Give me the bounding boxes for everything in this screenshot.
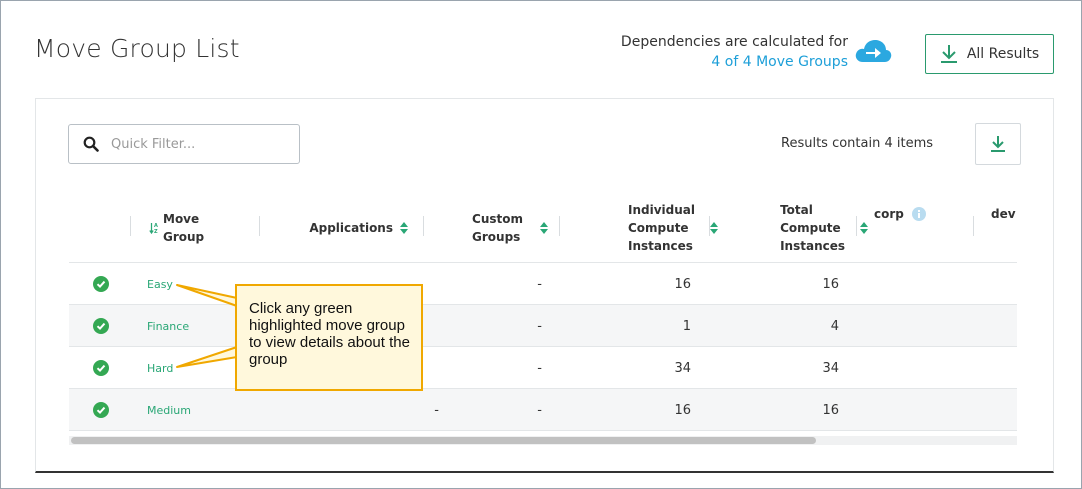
- sort-icon: [860, 222, 868, 234]
- quick-filter-input[interactable]: [111, 136, 281, 152]
- column-header-move-group-line2: Group: [163, 230, 205, 244]
- custom-groups-cell: -: [537, 276, 542, 292]
- move-group-cell[interactable]: Finance: [147, 305, 247, 347]
- custom-groups-cell: -: [537, 402, 542, 418]
- column-header-dev-label: dev: [991, 207, 1016, 221]
- column-header-tci-line3: Instances: [780, 239, 845, 253]
- move-group-cell[interactable]: Easy: [147, 263, 247, 305]
- column-header-ici-line1: Individual: [628, 203, 695, 217]
- table-row: Medium - - 16 16: [69, 389, 1017, 431]
- table-row: Easy - 16 16: [69, 263, 1017, 305]
- column-header-tci-line1: Total: [780, 203, 813, 217]
- individual-instances-cell: 34: [674, 360, 691, 376]
- status-cell: [91, 263, 111, 305]
- check-circle-icon: [93, 276, 109, 292]
- all-results-label: All Results: [966, 46, 1040, 62]
- total-instances-cell: 34: [822, 360, 839, 376]
- column-header-custom-line1: Custom: [472, 212, 523, 226]
- move-group-cell[interactable]: Medium: [147, 389, 247, 431]
- move-group-link[interactable]: Medium: [147, 404, 191, 417]
- results-count: Results contain 4 items: [781, 136, 934, 151]
- download-button[interactable]: [975, 123, 1021, 165]
- column-header-corp-label: corp: [874, 207, 904, 221]
- table-row: Finance - 1 4: [69, 305, 1017, 347]
- column-divider: [423, 216, 424, 236]
- applications-cell: -: [434, 402, 439, 418]
- check-circle-icon: [93, 360, 109, 376]
- info-icon[interactable]: [911, 207, 926, 221]
- individual-instances-cell: 16: [674, 402, 691, 418]
- move-group-link[interactable]: Finance: [147, 320, 189, 333]
- move-group-cell[interactable]: Hard: [147, 347, 247, 389]
- individual-instances-cell: 16: [674, 276, 691, 292]
- column-header-applications[interactable]: Applications: [269, 194, 409, 262]
- status-cell: [91, 347, 111, 389]
- total-instances-cell: 4: [830, 318, 839, 334]
- column-divider: [559, 216, 560, 236]
- column-header-tci-line2: Compute: [780, 221, 841, 235]
- download-icon: [991, 136, 1005, 152]
- window-frame: Move Group List Dependencies are calcula…: [0, 0, 1082, 489]
- callout-tooltip: Click any green highlighted move group t…: [235, 284, 423, 391]
- check-circle-icon: [93, 318, 109, 334]
- all-results-button[interactable]: All Results: [925, 34, 1054, 74]
- total-instances-cell: 16: [822, 276, 839, 292]
- quick-filter[interactable]: [68, 124, 300, 164]
- sort-icon: [400, 222, 408, 234]
- column-header-ici-line2: Compute: [628, 221, 689, 235]
- status-cell: [91, 305, 111, 347]
- sort-icon: [710, 222, 718, 234]
- move-group-link[interactable]: Hard: [147, 362, 173, 375]
- column-header-move-group[interactable]: A Z Move Group: [149, 194, 259, 262]
- svg-text:Z: Z: [154, 229, 158, 235]
- dependencies-status: Dependencies are calculated for 4 of 4 M…: [621, 32, 848, 72]
- column-header-ici-line3: Instances: [628, 239, 693, 253]
- dependencies-link[interactable]: 4 of 4 Move Groups: [621, 52, 848, 72]
- column-header-dev[interactable]: dev: [991, 194, 1017, 248]
- download-icon: [940, 45, 957, 63]
- column-divider: [709, 216, 710, 236]
- move-group-link[interactable]: Easy: [147, 278, 173, 291]
- cloud-arrow-icon: [855, 40, 892, 62]
- column-header-applications-label: Applications: [309, 221, 393, 235]
- search-icon: [83, 136, 99, 152]
- custom-groups-cell: -: [537, 318, 542, 334]
- horizontal-scrollbar[interactable]: [69, 436, 1017, 445]
- move-group-panel: Results contain 4 items A Z Move Group: [35, 98, 1054, 473]
- custom-groups-cell: -: [537, 360, 542, 376]
- column-divider: [130, 216, 131, 236]
- move-group-table: A Z Move Group Applications Custom Group…: [69, 194, 1017, 446]
- column-header-custom-line2: Groups: [472, 230, 521, 244]
- check-circle-icon: [93, 402, 109, 418]
- sort-icon: [540, 222, 548, 234]
- sort-az-icon: A Z: [149, 223, 158, 235]
- column-header-individual-compute-instances[interactable]: Individual Compute Instances: [579, 194, 719, 262]
- page-title: Move Group List: [34, 34, 240, 63]
- dependencies-text: Dependencies are calculated for: [620, 34, 848, 50]
- table-row: Hard - 34 34: [69, 347, 1017, 389]
- scrollbar-thumb[interactable]: [71, 437, 816, 444]
- status-cell: [91, 389, 111, 431]
- column-header-total-compute-instances[interactable]: Total Compute Instances: [729, 194, 869, 262]
- column-header-corp[interactable]: corp: [874, 194, 944, 248]
- column-header-move-group-line1: Move: [163, 212, 200, 226]
- column-header-custom-groups[interactable]: Custom Groups: [439, 194, 549, 262]
- individual-instances-cell: 1: [682, 318, 691, 334]
- column-divider: [973, 216, 974, 236]
- total-instances-cell: 16: [822, 402, 839, 418]
- column-divider: [856, 216, 857, 236]
- column-divider: [259, 216, 260, 236]
